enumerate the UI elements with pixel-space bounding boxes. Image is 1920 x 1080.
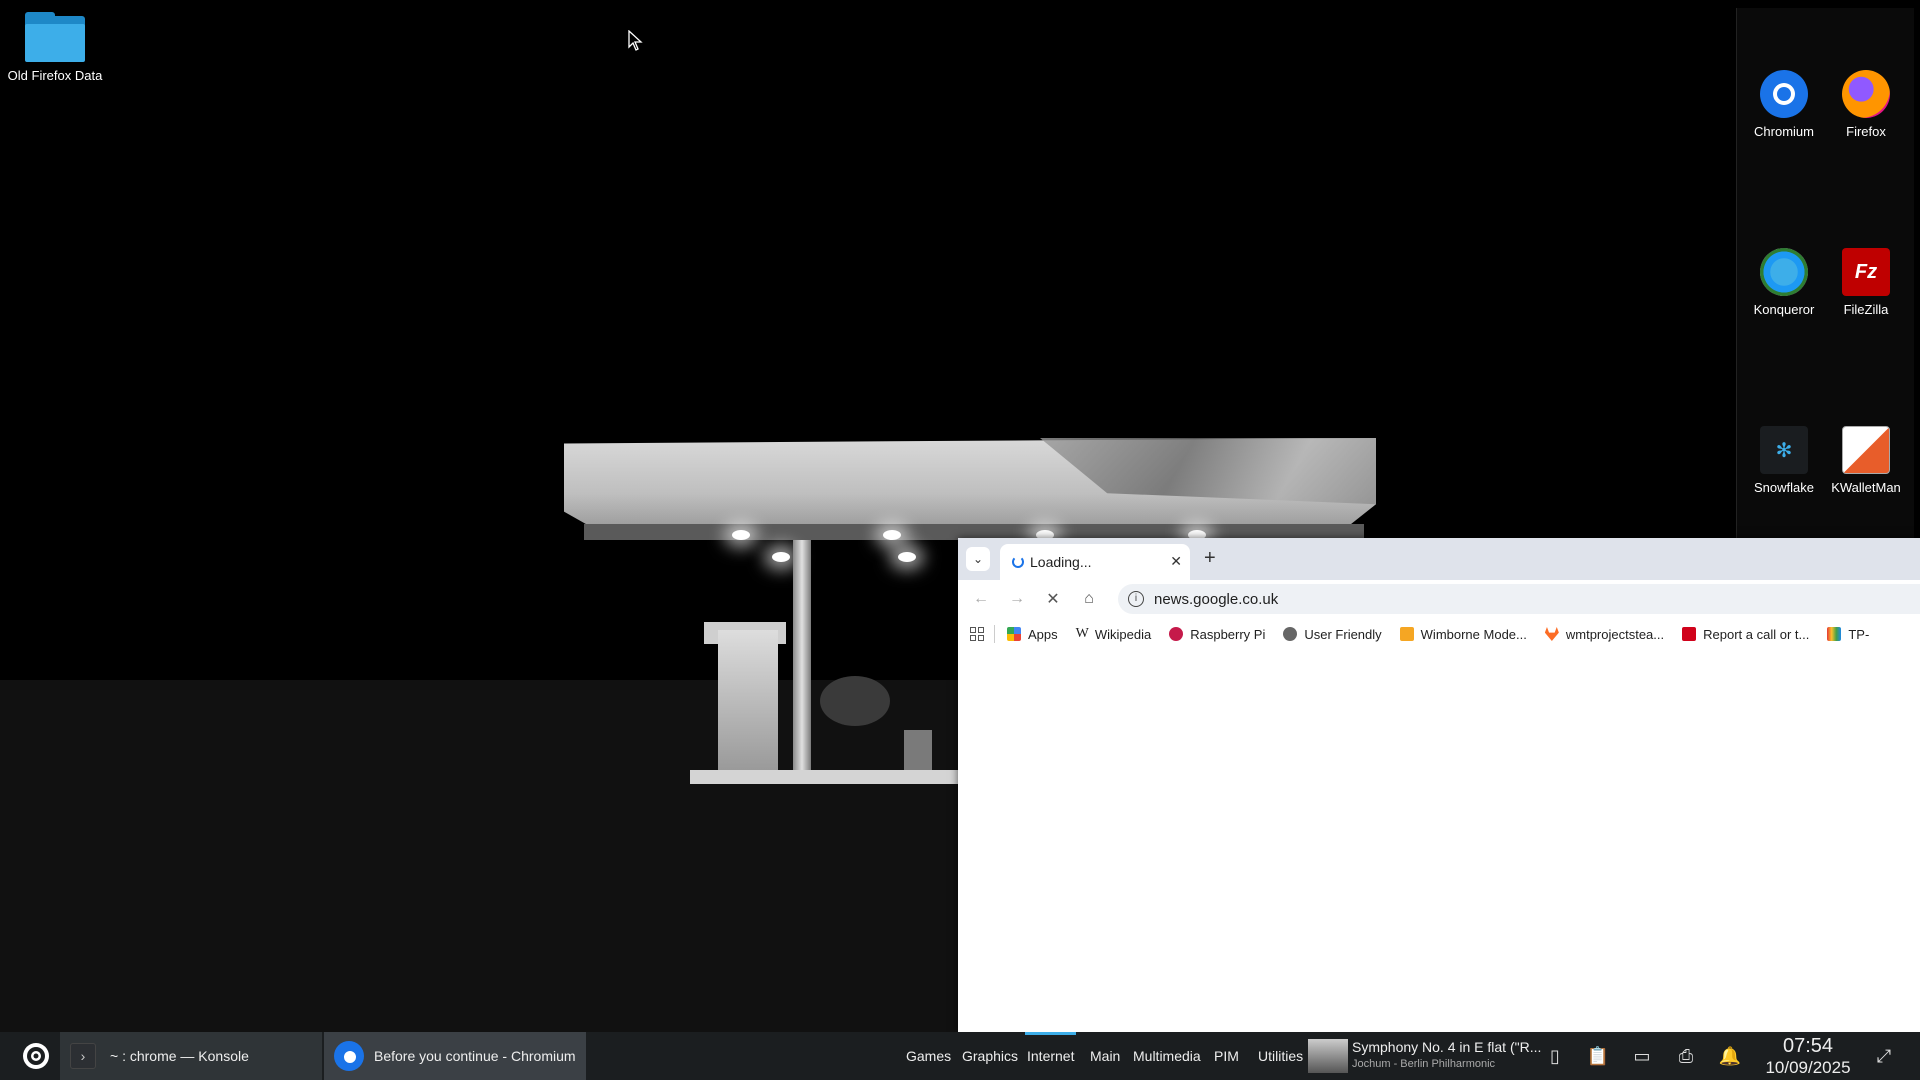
bookmark-wimborne[interactable]: Wimborne Mode... xyxy=(1399,627,1527,642)
kde-gear-icon xyxy=(23,1043,49,1069)
bookmark-wmtproject[interactable]: wmtprojectstea... xyxy=(1544,627,1664,642)
konsole-icon: › xyxy=(70,1043,96,1069)
tp-icon xyxy=(1827,627,1842,641)
konqueror-icon xyxy=(1760,248,1808,296)
chromium-icon xyxy=(334,1041,364,1071)
mouse-cursor-icon xyxy=(628,29,644,57)
app-launcher-panel: Chromium Firefox Konqueror Fz FileZilla … xyxy=(1736,8,1914,538)
wimborne-icon xyxy=(1399,627,1414,641)
menu-main[interactable]: Main xyxy=(1090,1032,1120,1080)
firefox-icon xyxy=(1842,70,1890,118)
media-artist: Jochum - Berlin Philharmonic xyxy=(1352,1058,1496,1070)
app-chromium[interactable]: Chromium xyxy=(1743,70,1825,139)
album-art xyxy=(1308,1039,1348,1073)
bookmark-separator xyxy=(994,625,995,643)
new-tab-button[interactable]: + xyxy=(1204,547,1216,570)
apps-grid-icon[interactable] xyxy=(970,627,984,641)
bookmark-report-call[interactable]: Report a call or t... xyxy=(1682,627,1809,642)
bookmark-tp[interactable]: TP- xyxy=(1827,627,1869,642)
bookmark-wikipedia[interactable]: W Wikipedia xyxy=(1076,626,1152,642)
app-kwalletman[interactable]: KWalletMan xyxy=(1825,426,1907,495)
tab-title: Loading... xyxy=(1030,554,1092,570)
raspberry-icon xyxy=(1169,627,1184,641)
back-icon[interactable]: ← xyxy=(970,588,992,610)
close-icon[interactable]: ✕ xyxy=(1170,553,1182,570)
desktop-icon-old-firefox-data[interactable]: Old Firefox Data xyxy=(0,12,110,83)
site-info-icon[interactable]: i xyxy=(1128,591,1144,607)
app-firefox[interactable]: Firefox xyxy=(1825,70,1907,139)
home-icon[interactable]: ⌂ xyxy=(1078,588,1100,610)
wikipedia-icon: W xyxy=(1075,626,1089,641)
chromium-icon xyxy=(1760,70,1808,118)
folder-icon xyxy=(25,12,85,62)
tab-bar: ⌄ Loading... ✕ + xyxy=(958,538,1920,580)
task-konsole[interactable]: › ~ : chrome — Konsole xyxy=(60,1032,322,1080)
browser-tab[interactable]: Loading... ✕ xyxy=(1000,544,1190,580)
chromium-window: ⌄ Loading... ✕ + ← → ✕ ⌂ i news.google.c… xyxy=(958,538,1920,1032)
forward-icon[interactable]: → xyxy=(1006,588,1028,610)
app-konqueror[interactable]: Konqueror xyxy=(1743,248,1825,317)
taskbar: › ~ : chrome — Konsole Before you contin… xyxy=(0,1032,1920,1080)
task-chromium[interactable]: Before you continue - Chromium xyxy=(324,1032,586,1080)
chevron-down-icon: ⌄ xyxy=(972,552,984,566)
filezilla-icon: Fz xyxy=(1842,248,1890,296)
report-icon xyxy=(1682,627,1697,641)
menu-pim[interactable]: PIM xyxy=(1214,1032,1239,1080)
battery-icon[interactable]: ▯ xyxy=(1543,1044,1567,1068)
page-content[interactable] xyxy=(958,650,1920,1032)
app-filezilla[interactable]: Fz FileZilla xyxy=(1825,248,1907,317)
address-url: news.google.co.uk xyxy=(1154,590,1279,608)
kwallet-icon xyxy=(1842,426,1890,474)
desktop-icon-label: Old Firefox Data xyxy=(7,68,103,83)
app-snowflake[interactable]: ✻ Snowflake xyxy=(1743,426,1825,495)
display-icon[interactable]: ▭ xyxy=(1630,1044,1654,1068)
clock-time: 07:54 xyxy=(1782,1035,1834,1057)
stop-loading-icon[interactable]: ✕ xyxy=(1042,588,1064,610)
gitlab-icon xyxy=(1544,627,1559,641)
apps-icon xyxy=(1007,627,1021,641)
media-title: Symphony No. 4 in E flat ("R... xyxy=(1352,1039,1542,1055)
application-launcher-button[interactable] xyxy=(12,1032,60,1080)
loading-spinner-icon xyxy=(1012,556,1024,568)
clipboard-icon[interactable]: 📋 xyxy=(1586,1044,1610,1068)
bookmark-user-friendly[interactable]: User Friendly xyxy=(1283,627,1382,642)
bookmark-apps[interactable]: Apps xyxy=(1007,627,1058,642)
bookmarks-bar: Apps W Wikipedia Raspberry Pi User Friend… xyxy=(958,618,1920,650)
menu-multimedia[interactable]: Multimedia xyxy=(1133,1032,1201,1080)
tab-search-button[interactable]: ⌄ xyxy=(966,547,990,571)
expand-tray-icon[interactable]: ⤢ xyxy=(1872,1044,1896,1068)
clock-date: 10/09/2025 xyxy=(1765,1058,1851,1077)
printer-icon[interactable]: ⎙ xyxy=(1674,1044,1698,1068)
toolbar: ← → ✕ ⌂ i news.google.co.uk xyxy=(958,580,1920,618)
user-friendly-icon xyxy=(1283,627,1298,641)
address-bar[interactable]: i news.google.co.uk xyxy=(1118,584,1920,614)
desktop: Old Firefox Data Chromium Firefox Konque… xyxy=(0,0,1920,1080)
notifications-icon[interactable]: 🔔 xyxy=(1718,1044,1742,1068)
menu-games[interactable]: Games xyxy=(906,1032,951,1080)
menu-graphics[interactable]: Graphics xyxy=(962,1032,1018,1080)
snowflake-icon: ✻ xyxy=(1760,426,1808,474)
menu-internet[interactable]: Internet xyxy=(1024,1032,1077,1080)
menu-utilities[interactable]: Utilities xyxy=(1258,1032,1303,1080)
bookmark-raspberry-pi[interactable]: Raspberry Pi xyxy=(1169,627,1265,642)
